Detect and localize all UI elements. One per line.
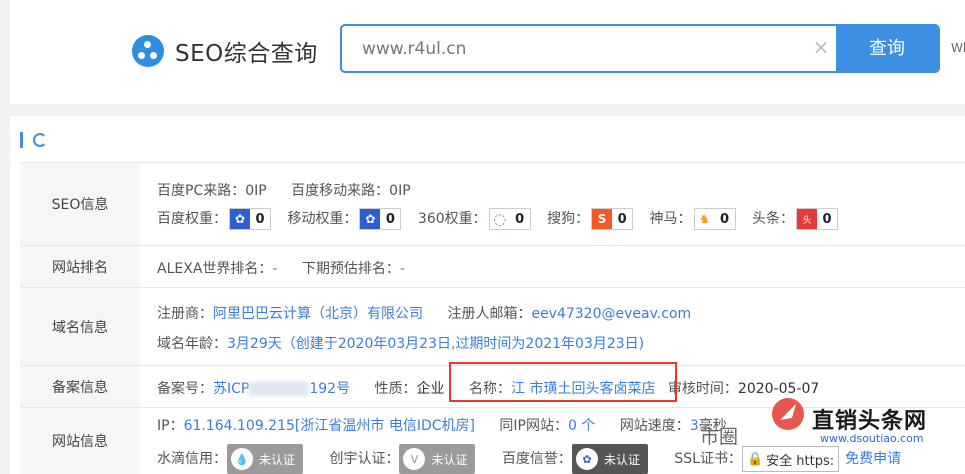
- traffic-line: 百度PC来路：0IP 百度移动来路：0IP: [157, 180, 431, 200]
- toutiao-icon: 头: [797, 209, 817, 229]
- logo[interactable]: SEO综合查询: [132, 34, 318, 68]
- panel-header: [20, 132, 47, 148]
- chuangzi-cert: 创宇认证： V 未认证: [329, 444, 476, 474]
- logo-title: SEO综合查询: [175, 41, 318, 67]
- shuidi-badge[interactable]: 💧 未认证: [227, 444, 304, 474]
- header-accent-bar: [20, 132, 23, 148]
- row-label: 域名信息: [20, 288, 140, 365]
- trust-line: 水滴信用： 💧 未认证 创宇认证： V 未认证 百度信誉： ✿ 未认证 SSL证书： 🔒 安全 …: [157, 444, 901, 474]
- row-label: 网站排名: [20, 246, 140, 287]
- same-ip-sites: 同IP网站：0 个: [499, 418, 596, 434]
- shuidi-credit: 水滴信用： 💧 未认证: [157, 444, 304, 474]
- baidu-trust: 百度信誉： ✿ 未认证: [502, 444, 648, 474]
- baidu-pc-traffic: 百度PC来路：0IP: [157, 183, 267, 199]
- watermark-logo-icon: [772, 398, 804, 430]
- watermark-url: www.dsoutiao.com: [820, 432, 924, 445]
- ip-line: IP：61.164.109.215[浙江省温州市 电信IDC机房] 同IP网站：…: [157, 415, 747, 435]
- refresh-icon[interactable]: [33, 133, 47, 147]
- baidu-trust-badge[interactable]: ✿ 未认证: [571, 444, 648, 474]
- weight-sogou[interactable]: 搜狗： S 0: [547, 208, 634, 230]
- row-label: 备案信息: [20, 366, 140, 407]
- top-bar: SEO综合查询 × 查询 Who: [10, 0, 965, 104]
- beian-number: 备案号：苏ICP 192号: [157, 381, 351, 397]
- row-label: SEO信息: [20, 163, 140, 245]
- shield-v-icon: V: [403, 448, 426, 470]
- row-label: 网站信息: [20, 408, 140, 474]
- seo-logo-icon: [132, 35, 164, 67]
- alexa-rank: ALEXA世界排名：-: [157, 261, 278, 277]
- row-seo-info: SEO信息 百度PC来路：0IP 百度移动来路：0IP 百度权重： ✿ 0 移动权重…: [20, 162, 965, 245]
- baidu-paw-icon: ✿: [360, 209, 381, 229]
- clear-icon[interactable]: ×: [810, 36, 832, 58]
- 360-icon: ◌: [489, 209, 510, 229]
- row-content: 注册商：阿里巴巴云计算（北京）有限公司 注册人邮箱：eev47320@eveav…: [157, 288, 965, 365]
- weights-line: 百度权重： ✿ 0 移动权重： ✿ 0 360权重： ◌ 0 搜狗： S 0 神马： ♞ 0 头条：…: [157, 208, 838, 230]
- weight-baidu[interactable]: 百度权重： ✿ 0: [157, 208, 271, 230]
- search-button[interactable]: 查询: [836, 26, 938, 71]
- domain-age[interactable]: 3月29天（创建于2020年03月23日,过期时间为2021年03月23日): [227, 336, 644, 352]
- registrar-line: 注册商：阿里巴巴云计算（北京）有限公司 注册人邮箱：eev47320@eveav…: [157, 303, 711, 323]
- row-content: ALEXA世界排名：- 下期预估排名：-: [157, 246, 965, 287]
- row-domain-info: 域名信息 注册商：阿里巴巴云计算（北京）有限公司 注册人邮箱：eev47320@…: [20, 287, 965, 365]
- watermark-brand: 直销头条网: [812, 409, 928, 434]
- registrar: 注册商：阿里巴巴云计算（北京）有限公司: [157, 306, 423, 322]
- weight-shenma[interactable]: 神马： ♞ 0: [650, 208, 736, 230]
- lock-icon: 🔒: [746, 451, 764, 467]
- watermark-left-text: 市圈: [700, 426, 739, 448]
- weight-mobile[interactable]: 移动权重： ✿ 0: [287, 208, 402, 230]
- water-drop-icon: 💧: [231, 448, 253, 470]
- sogou-icon: S: [592, 209, 613, 229]
- weight-360[interactable]: 360权重： ◌ 0: [418, 208, 531, 230]
- ssl-apply-link[interactable]: 免费申请: [845, 451, 901, 467]
- ssl-badge[interactable]: 🔒 安全 https:: [741, 446, 840, 472]
- chuangzi-badge[interactable]: V 未认证: [399, 444, 476, 474]
- weight-toutiao[interactable]: 头条：头 0: [752, 208, 838, 230]
- ip-address: IP：61.164.109.215[浙江省温州市 电信IDC机房]: [157, 418, 475, 434]
- search-input[interactable]: [342, 26, 812, 71]
- domain-age-line: 域名年龄：3月29天（创建于2020年03月23日,过期时间为2021年03月2…: [157, 336, 645, 352]
- baidu-paw-icon: ✿: [575, 448, 598, 470]
- beian-nature: 性质：企业: [374, 381, 445, 397]
- row-site-rank: 网站排名 ALEXA世界排名：- 下期预估排名：-: [20, 245, 965, 287]
- shenma-icon: ♞: [694, 209, 715, 229]
- baidu-paw-icon: ✿: [230, 209, 250, 229]
- baidu-mobile-traffic: 百度移动来路：0IP: [291, 183, 411, 199]
- ssl-cert: SSL证书： 🔒 安全 https: 免费申请: [674, 446, 901, 472]
- whois-link[interactable]: Who: [951, 41, 965, 55]
- search-box: × 查询: [340, 24, 940, 73]
- blurred-region: [249, 382, 310, 396]
- highlight-box: [449, 362, 677, 402]
- forecast-rank: 下期预估排名：-: [301, 261, 405, 277]
- rank-line: ALEXA世界排名：- 下期预估排名：-: [157, 258, 425, 278]
- registrant-email: 注册人邮箱：eev47320@eveav.com: [447, 306, 692, 322]
- row-content: 百度PC来路：0IP 百度移动来路：0IP 百度权重： ✿ 0 移动权重： ✿ 0 36…: [157, 163, 965, 245]
